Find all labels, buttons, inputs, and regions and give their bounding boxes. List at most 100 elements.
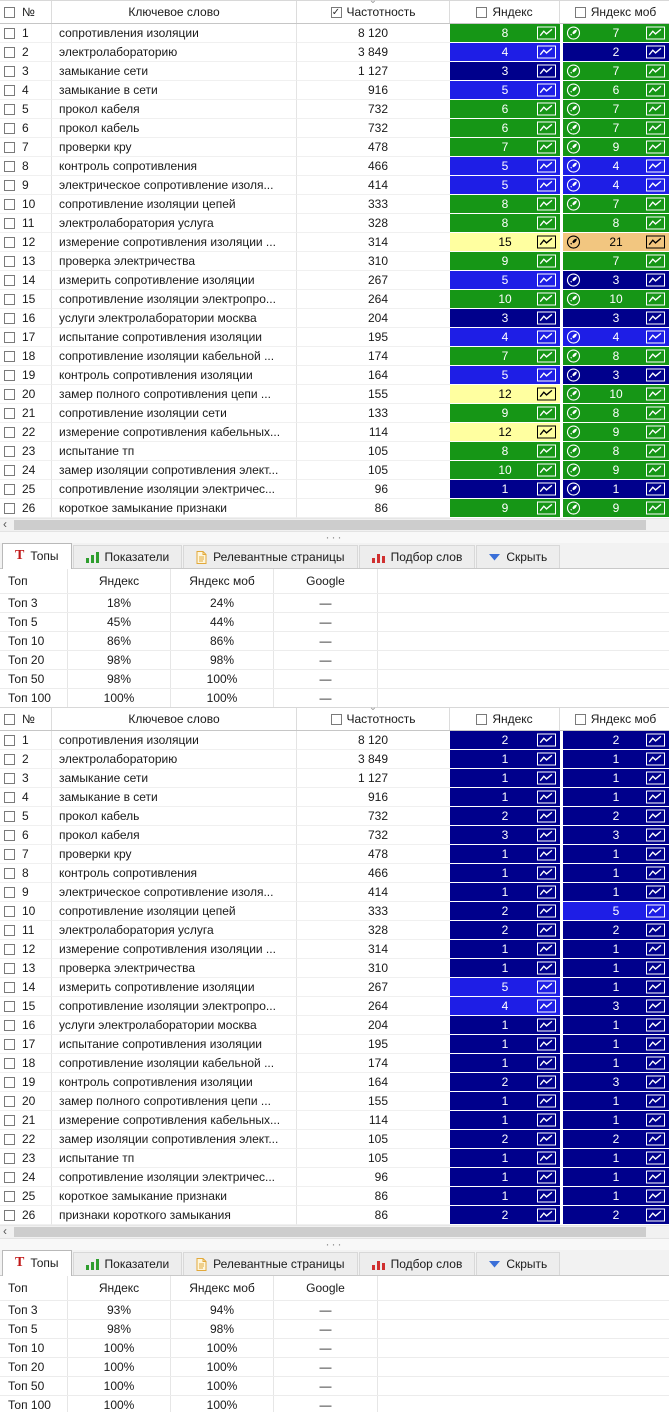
keyword-cell[interactable]: замер изоляции сопротивления элект... bbox=[59, 463, 278, 477]
table-row[interactable]: 4 замыкание в сети 916 5 6 bbox=[0, 81, 669, 100]
position-chart-icon[interactable] bbox=[646, 848, 665, 861]
keyword-cell[interactable]: замер полного сопротивления цепи ... bbox=[59, 387, 271, 401]
yandex-position-cell[interactable]: 2 bbox=[450, 921, 560, 940]
yandex-position-cell[interactable]: 1 bbox=[450, 883, 560, 902]
position-chart-icon[interactable] bbox=[537, 502, 556, 515]
keyword-cell[interactable]: сопротивление изоляции цепей bbox=[59, 904, 236, 918]
yandex-position-cell[interactable]: 10 bbox=[450, 290, 560, 309]
position-chart-icon[interactable] bbox=[537, 160, 556, 173]
keyword-cell[interactable]: электрическое сопротивление изоля... bbox=[59, 885, 273, 899]
table-row[interactable]: 17 испытание сопротивления изоляции 195 … bbox=[0, 1035, 669, 1054]
yandex-position-cell[interactable]: 1 bbox=[450, 750, 560, 769]
yandex-position-cell[interactable]: 1 bbox=[450, 959, 560, 978]
yandex-position-cell[interactable]: 8 bbox=[450, 214, 560, 233]
yandex-position-cell[interactable]: 3 bbox=[450, 309, 560, 328]
row-checkbox[interactable] bbox=[4, 218, 15, 229]
row-checkbox[interactable] bbox=[4, 792, 15, 803]
tab-tops-t[interactable]: T Топы bbox=[2, 1250, 72, 1276]
position-chart-icon[interactable] bbox=[646, 122, 665, 135]
yandex-position-cell[interactable]: 9 bbox=[450, 252, 560, 271]
yandex-position-cell[interactable]: 7 bbox=[450, 347, 560, 366]
position-chart-icon[interactable] bbox=[537, 217, 556, 230]
yandex-mobile-position-cell[interactable]: 2 bbox=[563, 43, 669, 62]
row-checkbox[interactable] bbox=[4, 1020, 15, 1031]
position-chart-icon[interactable] bbox=[646, 198, 665, 211]
keyword-cell[interactable]: короткое замыкание признаки bbox=[59, 1189, 227, 1203]
yandex-mobile-position-cell[interactable]: 10 bbox=[563, 385, 669, 404]
position-chart-icon[interactable] bbox=[646, 274, 665, 287]
yandex-position-cell[interactable]: 7 bbox=[450, 138, 560, 157]
yandex-mobile-position-cell[interactable]: 1 bbox=[563, 750, 669, 769]
position-chart-icon[interactable] bbox=[537, 141, 556, 154]
yandex-position-cell[interactable]: 8 bbox=[450, 24, 560, 43]
position-chart-icon[interactable] bbox=[646, 753, 665, 766]
yandex-mobile-position-cell[interactable]: 3 bbox=[563, 366, 669, 385]
yandex-position-cell[interactable]: 5 bbox=[450, 176, 560, 195]
keyword-cell[interactable]: сопротивление изоляции электричес... bbox=[59, 1170, 275, 1184]
yandex-position-cell[interactable]: 1 bbox=[450, 1035, 560, 1054]
row-checkbox[interactable] bbox=[4, 294, 15, 305]
yandex-position-cell[interactable]: 2 bbox=[450, 1130, 560, 1149]
keyword-cell[interactable]: услуги электролаборатории москва bbox=[59, 311, 257, 325]
yandex-mobile-checkbox[interactable] bbox=[575, 714, 586, 725]
yandex-mobile-position-cell[interactable]: 10 bbox=[563, 290, 669, 309]
position-chart-icon[interactable] bbox=[646, 160, 665, 173]
yandex-mobile-position-cell[interactable]: 8 bbox=[563, 214, 669, 233]
position-chart-icon[interactable] bbox=[646, 962, 665, 975]
row-checkbox[interactable] bbox=[4, 1001, 15, 1012]
keyword-cell[interactable]: электролаборатория услуга bbox=[59, 216, 214, 230]
yandex-mobile-position-cell[interactable]: 1 bbox=[563, 788, 669, 807]
position-chart-icon[interactable] bbox=[646, 217, 665, 230]
table-row[interactable]: 11 электролаборатория услуга 328 2 2 bbox=[0, 921, 669, 940]
position-chart-icon[interactable] bbox=[537, 483, 556, 496]
position-chart-icon[interactable] bbox=[537, 464, 556, 477]
yandex-position-cell[interactable]: 1 bbox=[450, 1016, 560, 1035]
yandex-mobile-position-cell[interactable]: 1 bbox=[563, 1111, 669, 1130]
keyword-cell[interactable]: испытание тп bbox=[59, 1151, 134, 1165]
position-chart-icon[interactable] bbox=[537, 274, 556, 287]
position-chart-icon[interactable] bbox=[537, 772, 556, 785]
yandex-mobile-position-cell[interactable]: 3 bbox=[563, 271, 669, 290]
table-row[interactable]: 21 измерение сопротивления кабельных... … bbox=[0, 1111, 669, 1130]
row-checkbox[interactable] bbox=[4, 1039, 15, 1050]
yandex-position-cell[interactable]: 2 bbox=[450, 807, 560, 826]
yandex-mobile-position-cell[interactable]: 6 bbox=[563, 81, 669, 100]
yandex-mobile-position-cell[interactable]: 1 bbox=[563, 1149, 669, 1168]
keyword-cell[interactable]: контроль сопротивления bbox=[59, 159, 197, 173]
row-checkbox[interactable] bbox=[4, 28, 15, 39]
position-chart-icon[interactable] bbox=[537, 1000, 556, 1013]
yandex-mobile-position-cell[interactable]: 9 bbox=[563, 499, 669, 518]
keyword-cell[interactable]: сопротивление изоляции цепей bbox=[59, 197, 236, 211]
position-chart-icon[interactable] bbox=[646, 331, 665, 344]
position-chart-icon[interactable] bbox=[537, 1133, 556, 1146]
position-chart-icon[interactable] bbox=[537, 867, 556, 880]
position-chart-icon[interactable] bbox=[537, 1152, 556, 1165]
row-checkbox[interactable] bbox=[4, 963, 15, 974]
yandex-position-cell[interactable]: 6 bbox=[450, 119, 560, 138]
row-checkbox[interactable] bbox=[4, 256, 15, 267]
table-row[interactable]: 20 замер полного сопротивления цепи ... … bbox=[0, 385, 669, 404]
row-checkbox[interactable] bbox=[4, 123, 15, 134]
keyword-cell[interactable]: сопротивления изоляции bbox=[59, 26, 199, 40]
yandex-mobile-position-cell[interactable]: 2 bbox=[563, 1206, 669, 1225]
table-row[interactable]: 23 испытание тп 105 8 8 bbox=[0, 442, 669, 461]
position-chart-icon[interactable] bbox=[646, 255, 665, 268]
yandex-mobile-position-cell[interactable]: 1 bbox=[563, 940, 669, 959]
yandex-position-cell[interactable]: 5 bbox=[450, 157, 560, 176]
yandex-mobile-position-cell[interactable]: 7 bbox=[563, 119, 669, 138]
yandex-mobile-position-cell[interactable]: 5 bbox=[563, 902, 669, 921]
table-row[interactable]: 26 признаки короткого замыкания 86 2 2 bbox=[0, 1206, 669, 1225]
row-checkbox[interactable] bbox=[4, 887, 15, 898]
yandex-position-cell[interactable]: 5 bbox=[450, 271, 560, 290]
scroll-left-arrow-icon[interactable]: ‹ bbox=[3, 518, 7, 531]
position-chart-icon[interactable] bbox=[646, 141, 665, 154]
position-chart-icon[interactable] bbox=[646, 810, 665, 823]
keyword-cell[interactable]: измерить сопротивление изоляции bbox=[59, 273, 255, 287]
table-row[interactable]: 10 сопротивление изоляции цепей 333 8 7 bbox=[0, 195, 669, 214]
row-checkbox[interactable] bbox=[4, 142, 15, 153]
position-chart-icon[interactable] bbox=[646, 1209, 665, 1222]
keyword-cell[interactable]: услуги электролаборатории москва bbox=[59, 1018, 257, 1032]
keyword-cell[interactable]: измерение сопротивления изоляции ... bbox=[59, 942, 276, 956]
table-row[interactable]: 18 сопротивление изоляции кабельной ... … bbox=[0, 1054, 669, 1073]
position-chart-icon[interactable] bbox=[646, 772, 665, 785]
